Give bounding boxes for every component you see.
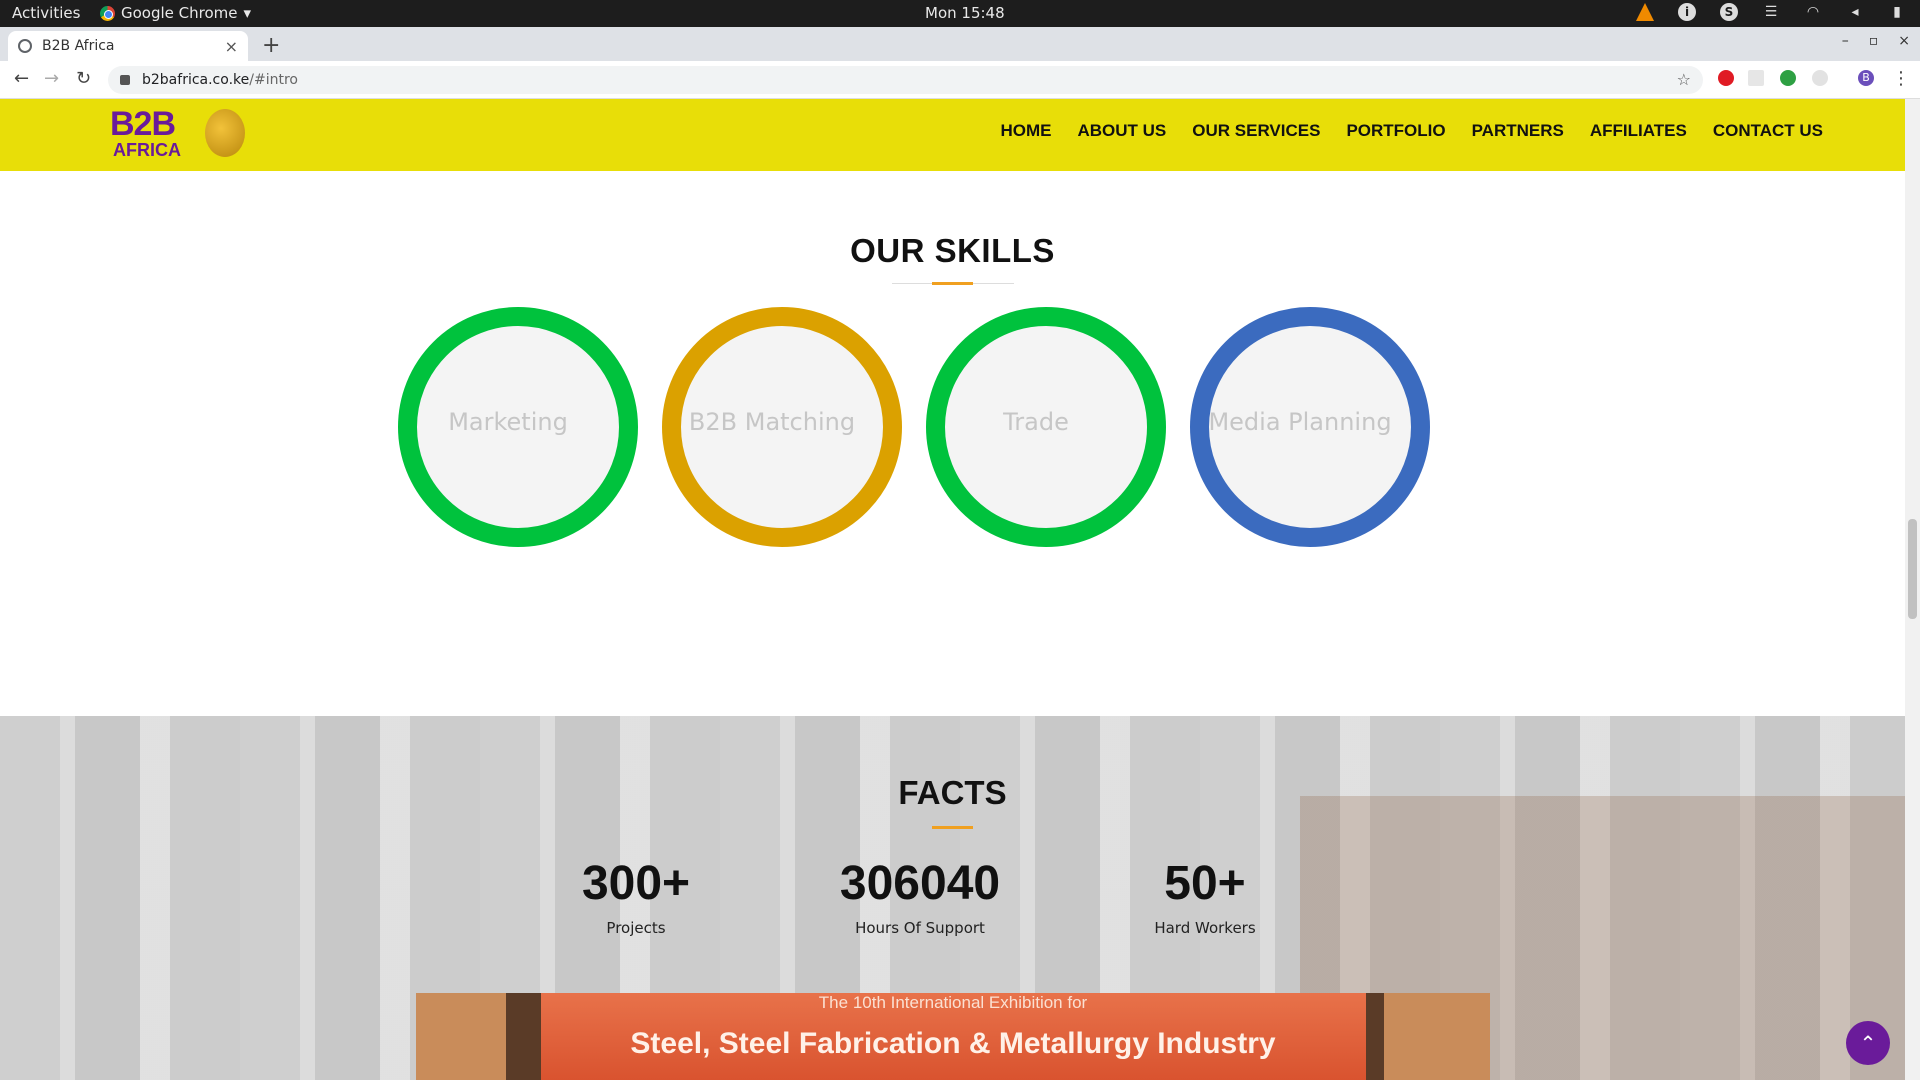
browser-toolbar: ← → ↻ b2bafrica.co.ke /#intro ☆ B ⋮ — [0, 61, 1920, 99]
grammarly-extension-icon[interactable] — [1780, 70, 1796, 86]
globe-icon — [18, 39, 32, 53]
system-top-bar: Activities Google Chrome ▾ Mon 15:48 i S… — [0, 0, 1920, 27]
skype-icon[interactable]: S — [1720, 3, 1738, 21]
lock-icon[interactable] — [120, 75, 130, 85]
wifi-icon[interactable]: ◠ — [1804, 3, 1822, 21]
address-bar[interactable]: b2bafrica.co.ke /#intro ☆ — [108, 66, 1703, 94]
bookmark-star-icon[interactable]: ☆ — [1677, 70, 1691, 89]
fact-value: 50+ — [1164, 857, 1246, 910]
banner-title: Steel, Steel Fabrication & Metallurgy In… — [630, 1027, 1276, 1060]
skill-circle-b2b-matching: B2B Matching — [662, 307, 902, 547]
facts-title: FACTS — [898, 774, 1007, 811]
activities-button[interactable]: Activities — [12, 4, 80, 22]
new-tab-button[interactable]: + — [262, 33, 280, 58]
tab-title: B2B Africa — [42, 38, 115, 54]
chrome-menu-icon[interactable]: ⋮ — [1892, 68, 1910, 89]
forward-button[interactable]: → — [44, 68, 59, 89]
nav-affiliates[interactable]: AFFILIATES — [1590, 121, 1687, 141]
nav-contact-us[interactable]: CONTACT US — [1713, 121, 1823, 141]
nav-about-us[interactable]: ABOUT US — [1077, 121, 1166, 141]
battery-icon[interactable]: ▮ — [1888, 3, 1906, 21]
site-header: B2B AFRICA HOME ABOUT US OUR SERVICES PO… — [0, 99, 1905, 171]
chevron-up-icon: ⌃ — [1859, 1031, 1877, 1055]
skill-circle-marketing: Marketing — [398, 307, 638, 547]
menu-icon[interactable]: ☰ — [1762, 3, 1780, 21]
skills-title-underline — [892, 282, 1014, 285]
skill-label: Marketing — [448, 408, 568, 436]
skill-circle-trade: Trade — [926, 307, 1166, 547]
nav-home[interactable]: HOME — [1000, 121, 1051, 141]
logo-text: B2B — [110, 105, 176, 143]
fact-value: 300+ — [581, 857, 691, 910]
banner-subtitle: The 10th International Exhibition for — [818, 993, 1088, 1012]
restore-button[interactable]: ▫ — [1869, 33, 1879, 49]
vlc-icon[interactable] — [1636, 3, 1654, 21]
nav-portfolio[interactable]: PORTFOLIO — [1346, 121, 1445, 141]
update-icon[interactable]: i — [1678, 3, 1696, 21]
fact-label: Hours Of Support — [855, 919, 985, 937]
b2b-africa-logo[interactable]: B2B AFRICA — [110, 105, 245, 163]
nav-our-services[interactable]: OUR SERVICES — [1192, 121, 1320, 141]
chevron-down-icon: ▾ — [243, 4, 252, 22]
fact-label: Hard Workers — [1154, 919, 1256, 937]
app-menu[interactable]: Google Chrome ▾ — [100, 4, 251, 22]
minimize-button[interactable]: – — [1842, 33, 1849, 49]
chrome-icon — [100, 5, 115, 21]
skills-title: OUR SKILLS — [850, 232, 1055, 269]
timer-extension-icon[interactable] — [1812, 70, 1828, 86]
facts-title-underline — [932, 826, 973, 829]
africa-globe-icon — [205, 109, 245, 157]
window-controls: – ▫ × — [1842, 33, 1910, 49]
skill-label: B2B Matching — [688, 408, 856, 436]
skill-label: Trade — [1003, 408, 1069, 436]
url-path: /#intro — [249, 72, 298, 88]
skill-label: Media Planning — [1208, 408, 1392, 436]
profile-avatar[interactable]: B — [1858, 70, 1874, 86]
reload-button[interactable]: ↻ — [76, 68, 91, 89]
back-to-top-button[interactable]: ⌃ — [1846, 1021, 1890, 1065]
clock[interactable]: Mon 15:48 — [925, 4, 1005, 22]
app-menu-label: Google Chrome — [121, 4, 238, 22]
volume-icon[interactable]: ◂ — [1846, 3, 1864, 21]
url-host: b2bafrica.co.ke — [142, 72, 250, 88]
nav-partners[interactable]: PARTNERS — [1472, 121, 1564, 141]
back-button[interactable]: ← — [14, 68, 29, 89]
scrollbar-thumb[interactable] — [1908, 519, 1917, 619]
opera-extension-icon[interactable] — [1718, 70, 1734, 86]
tab-strip: B2B Africa × + – ▫ × — [0, 27, 1920, 61]
system-tray: i S ☰ ◠ ◂ ▮ — [1636, 3, 1906, 21]
main-nav: HOME ABOUT US OUR SERVICES PORTFOLIO PAR… — [1000, 121, 1823, 141]
fact-hard-workers: 50+ Hard Workers — [1075, 856, 1335, 937]
fact-value: 306040 — [839, 857, 1001, 910]
logo-subtext: AFRICA — [113, 140, 181, 160]
fact-label: Projects — [606, 919, 666, 937]
close-window-button[interactable]: × — [1898, 33, 1910, 49]
facts-section: FACTS 300+ Projects 306040 Hours Of Supp… — [0, 716, 1905, 1080]
fact-projects: 300+ Projects — [506, 856, 766, 937]
browser-tab[interactable]: B2B Africa × — [8, 31, 248, 61]
page-scrollbar[interactable] — [1905, 99, 1920, 1080]
skill-circle-media-planning: Media Planning — [1190, 307, 1430, 547]
fact-hours-of-support: 306040 Hours Of Support — [790, 856, 1050, 937]
exhibition-banner-image: The 10th International Exhibition for St… — [416, 993, 1490, 1080]
extension-icon[interactable] — [1748, 70, 1764, 86]
close-tab-icon[interactable]: × — [225, 37, 238, 56]
